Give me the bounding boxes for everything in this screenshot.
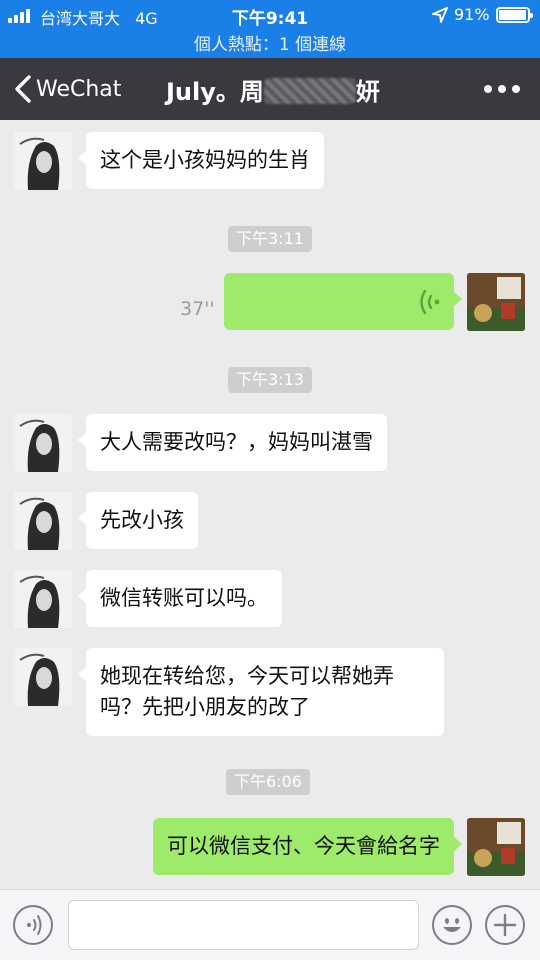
contact-avatar[interactable]	[14, 414, 72, 472]
message-bubble-in[interactable]: 先改小孩	[78, 492, 198, 549]
status-row: 台湾大哥大 4G 下午9:41 91%	[0, 0, 540, 30]
message-input[interactable]	[68, 900, 419, 950]
my-avatar[interactable]	[467, 818, 525, 876]
plus-button[interactable]	[485, 905, 525, 945]
plus-icon	[493, 913, 517, 937]
voice-wave-icon	[420, 289, 440, 315]
emoji-icon	[443, 918, 461, 932]
chat-title-end: 妍	[355, 78, 380, 106]
my-avatar[interactable]	[467, 273, 525, 331]
contact-avatar[interactable]	[14, 570, 72, 628]
more-dots-icon[interactable]	[484, 85, 520, 93]
battery-percent: 91%	[454, 5, 490, 24]
message-time: 下午6:06	[226, 769, 310, 795]
message-bubble-in[interactable]: 这个是小孩妈妈的生肖	[78, 132, 324, 189]
message-bubble-out[interactable]: 可以微信支付、今天會給名字	[153, 818, 462, 875]
chat-title: July。周 妍	[166, 72, 380, 107]
message-time: 下午3:11	[228, 226, 312, 252]
status-bar: 台湾大哥大 4G 下午9:41 91% 個人熱點：1 個連線	[0, 0, 540, 58]
chevron-left-icon	[15, 75, 31, 103]
chat-title-start: July。周	[166, 78, 264, 106]
voice-icon	[27, 915, 42, 935]
hotspot-banner[interactable]: 個人熱點：1 個連線	[0, 30, 540, 55]
battery-icon	[496, 7, 533, 23]
location-arrow-icon	[432, 7, 448, 23]
voice-duration: 37''	[180, 298, 215, 320]
input-bar	[0, 889, 540, 960]
back-label: WeChat	[36, 76, 122, 102]
contact-avatar[interactable]	[14, 492, 72, 550]
nav-bar: WeChat July。周 妍	[0, 58, 540, 120]
back-button[interactable]: WeChat	[12, 72, 121, 106]
redacted-name-blur	[263, 78, 356, 104]
emoji-button[interactable]	[432, 905, 472, 945]
message-time: 下午3:13	[228, 367, 312, 393]
contact-avatar[interactable]	[14, 648, 72, 706]
contact-avatar[interactable]	[14, 132, 72, 190]
message-bubble-in[interactable]: 微信转账可以吗。	[78, 570, 282, 627]
voice-button[interactable]	[13, 905, 53, 945]
message-bubble-in[interactable]: 她现在转给您，今天可以帮她弄吗？先把小朋友的改了	[78, 648, 444, 736]
message-bubble-in[interactable]: 大人需要改吗？，妈妈叫湛雪	[78, 414, 387, 471]
